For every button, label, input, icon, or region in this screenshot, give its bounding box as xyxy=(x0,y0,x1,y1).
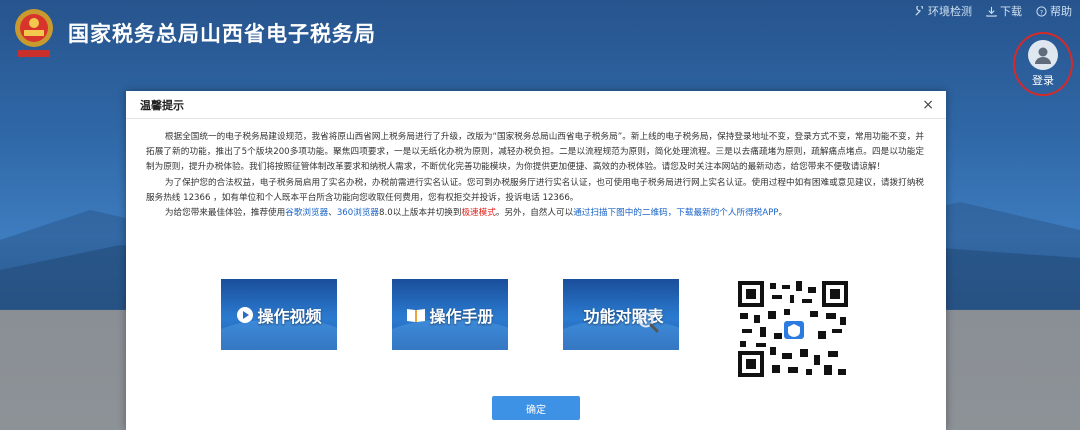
user-avatar-icon xyxy=(1028,40,1058,70)
dialog-title: 温馨提示 xyxy=(140,98,184,112)
login-button[interactable]: 登录 xyxy=(1013,32,1073,96)
play-icon xyxy=(237,306,254,323)
browser-360-link[interactable]: 360浏览器 xyxy=(337,208,379,218)
download-link[interactable]: 下载 xyxy=(986,3,1022,19)
paragraph-end: 。 xyxy=(778,208,788,219)
env-check-link[interactable]: 环境检测 xyxy=(914,3,972,19)
confirm-button[interactable]: 确定 xyxy=(492,396,580,420)
svg-text:?: ? xyxy=(1040,8,1043,16)
tile-operation-video-label-wrap: 操作视频 xyxy=(236,303,322,327)
tile-function-table-label-wrap: 功能对照表 xyxy=(583,297,664,333)
tax-app-qr-code[interactable] xyxy=(738,281,848,377)
download-icon xyxy=(986,6,997,17)
tile-function-table[interactable]: 功能对照表 xyxy=(563,279,679,350)
login-label: 登录 xyxy=(1032,74,1054,87)
dialog-header: 温馨提示 × xyxy=(126,91,946,119)
env-check-label: 环境检测 xyxy=(928,5,972,18)
natural-person-text: 。另外，自然人可以 xyxy=(495,208,574,219)
notice-paragraph-2: 为了保护您的合法权益，电子税务局启用了实名办税，办税前需进行实名认证。您可到办税… xyxy=(146,177,924,203)
notice-paragraph-3: 为给您带来最佳体验，推荐使用谷歌浏览器、360浏览器8.0以上版本并切换到极速模… xyxy=(146,206,924,221)
help-icon: ? xyxy=(1036,5,1047,17)
env-check-icon xyxy=(915,5,923,16)
chrome-browser-link[interactable]: 谷歌浏览器 xyxy=(285,208,328,218)
browser-version-text: 8.0以上版本并切换到 xyxy=(379,208,462,219)
tax-app-download-link[interactable]: 通过扫描下图中的二维码，下载最新的个人所得税APP xyxy=(573,208,778,218)
browser-separator: 、 xyxy=(328,208,337,219)
tile-operation-video-label: 操作视频 xyxy=(257,306,322,326)
speed-mode-text: 极速模式 xyxy=(461,208,496,219)
tile-operation-manual-label-wrap: 操作手册 xyxy=(406,303,494,327)
help-link[interactable]: ? 帮助 xyxy=(1036,3,1072,19)
tile-operation-video[interactable]: 操作视频 xyxy=(221,279,337,350)
notice-dialog: 温馨提示 × 根据全国统一的电子税务局建设规范，我省将原山西省网上税务局进行了升… xyxy=(126,91,946,430)
notice-paragraph-1: 根据全国统一的电子税务局建设规范，我省将原山西省网上税务局进行了升级，改版为“国… xyxy=(146,132,924,173)
help-label: 帮助 xyxy=(1050,5,1072,18)
site-title: 国家税务总局山西省电子税务局 xyxy=(68,22,376,46)
download-label: 下载 xyxy=(1000,5,1022,18)
magnifier-icon xyxy=(638,312,658,332)
browser-prefix: 为给您带来最佳体验，推荐使用 xyxy=(164,208,286,219)
dialog-body: 根据全国统一的电子税务局建设规范，我省将原山西省网上税务局进行了升级，改版为“国… xyxy=(126,119,946,221)
top-links: 环境检测 下载 ? 帮助 xyxy=(914,3,1072,19)
book-icon xyxy=(407,308,426,322)
tile-operation-manual[interactable]: 操作手册 xyxy=(392,279,508,350)
close-icon[interactable]: × xyxy=(922,98,934,112)
tile-operation-manual-label: 操作手册 xyxy=(429,306,494,326)
tax-emblem-icon xyxy=(15,9,53,57)
